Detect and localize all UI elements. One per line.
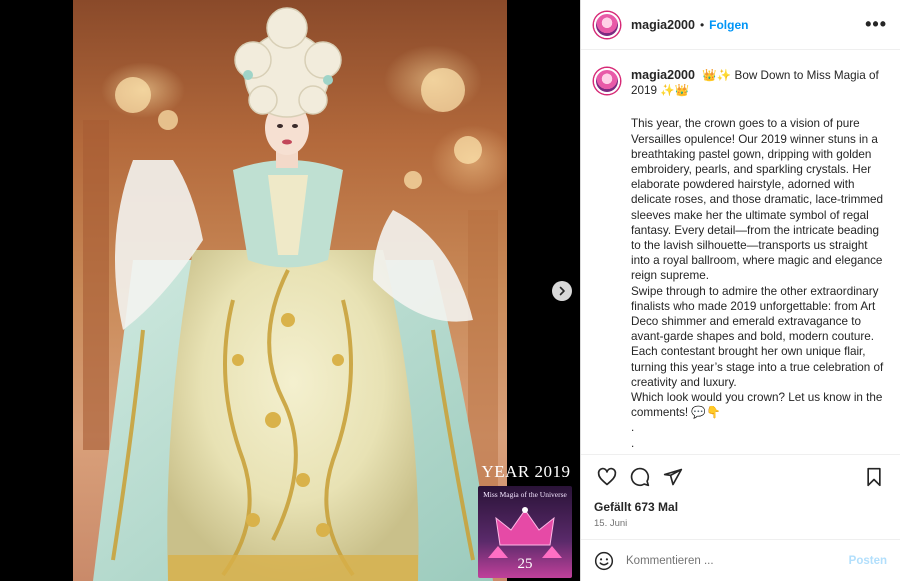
badge-card: Miss Magia of the Universe 25 [478, 486, 572, 578]
badge-number: 25 [517, 556, 533, 572]
caption: magia2000 👑✨ Bow Down to Miss Magia of 2… [631, 66, 886, 454]
caption-body: This year, the crown goes to a vision of… [631, 117, 884, 454]
share-button[interactable] [660, 464, 686, 490]
comment-icon [630, 467, 650, 486]
more-options-button[interactable]: ••• [865, 14, 887, 35]
separator-dot: • [699, 17, 705, 32]
bookmark-icon [867, 467, 881, 486]
post-header: magia2000 • Folgen ••• [581, 0, 900, 50]
post-date: 15. Juni [594, 518, 628, 529]
comment-bar: Posten [581, 539, 900, 581]
like-button[interactable] [594, 464, 620, 490]
smiley-icon[interactable] [594, 551, 614, 571]
save-button[interactable] [861, 464, 887, 490]
action-bar [581, 454, 900, 498]
doll-illustration [83, 7, 498, 581]
caption-avatar[interactable] [594, 68, 620, 94]
badge-year-text: YEAR 2019 [481, 462, 571, 481]
next-image-button[interactable] [552, 281, 572, 301]
header-username[interactable]: magia2000 [631, 18, 695, 32]
share-icon [663, 468, 683, 485]
comment-button[interactable] [627, 464, 653, 490]
post-media: YEAR 2019 Miss Magia of the Universe 25 [0, 0, 580, 581]
badge-subtitle: Miss Magia of the Universe [483, 490, 567, 499]
like-count[interactable]: Gefällt 673 Mal [581, 498, 900, 514]
caption-area: magia2000 👑✨ Bow Down to Miss Magia of 2… [581, 50, 900, 454]
avatar[interactable] [594, 11, 620, 38]
crown-icon [488, 507, 562, 558]
instagram-post-viewer: YEAR 2019 Miss Magia of the Universe 25 … [0, 0, 900, 581]
comment-input[interactable] [626, 554, 849, 567]
caption-username[interactable]: magia2000 [631, 68, 695, 82]
year-badge: YEAR 2019 Miss Magia of the Universe 25 [478, 462, 574, 578]
follow-button[interactable]: Folgen [709, 18, 748, 32]
heart-icon [597, 467, 617, 485]
post-photo [73, 0, 507, 581]
post-comment-button[interactable]: Posten [849, 555, 887, 567]
chevron-right-icon [559, 286, 565, 296]
post-sidebar: magia2000 • Folgen ••• magia2000 👑✨ Bow … [580, 0, 900, 581]
caption-title-row: magia2000 👑✨ Bow Down to Miss Magia of 2… [631, 68, 886, 98]
